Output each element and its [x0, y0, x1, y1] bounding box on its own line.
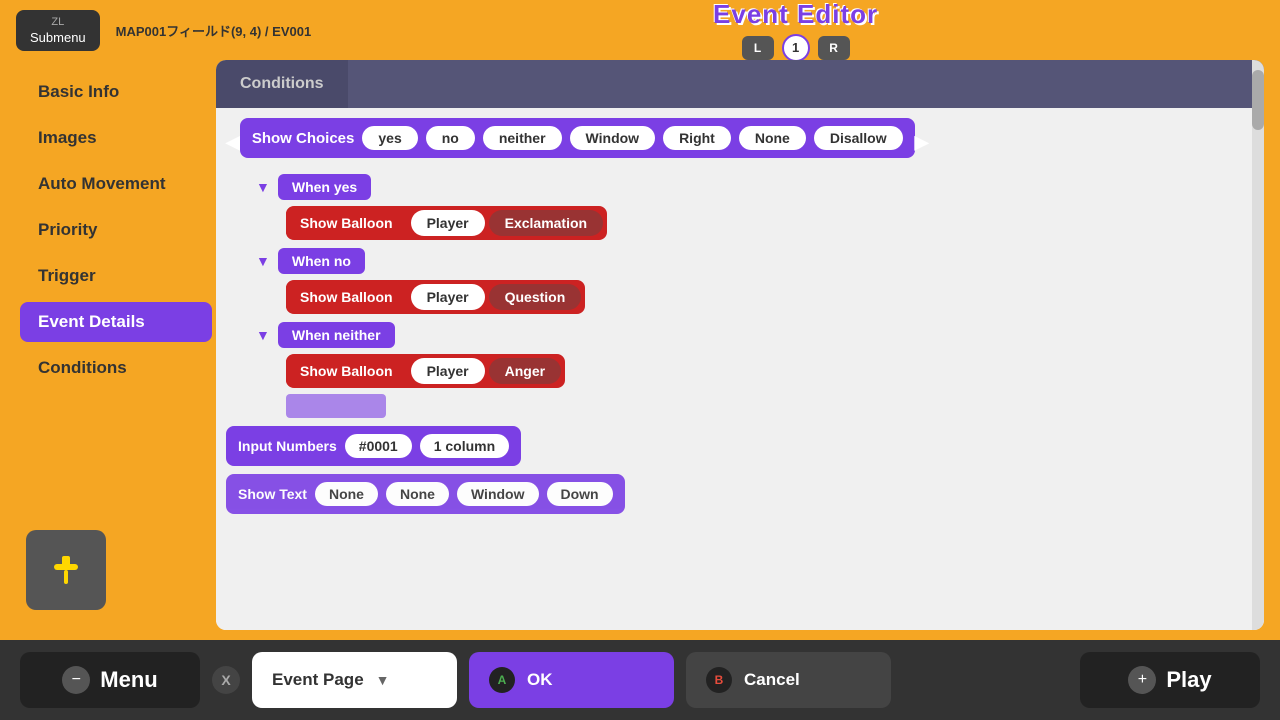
choice-no[interactable]: no	[426, 126, 475, 150]
choice-window[interactable]: Window	[570, 126, 656, 150]
event-page-button[interactable]: Event Page ▼	[252, 652, 457, 708]
show-balloon-yes-block: Show Balloon Player Exclamation	[286, 206, 607, 240]
choice-right[interactable]: Right	[663, 126, 731, 150]
show-text-block: Show Text None None Window Down	[226, 474, 625, 514]
submenu-label: Submenu	[30, 30, 86, 45]
when-neither-section: ▼ When neither Show Balloon Player Anger	[226, 322, 1254, 418]
when-neither-label: When neither	[278, 322, 395, 348]
scrollbar-track	[1252, 60, 1264, 630]
main-content: Basic Info Images Auto Movement Priority…	[0, 60, 1280, 630]
sidebar-bottom	[16, 520, 216, 620]
event-page-label: Event Page	[272, 670, 364, 690]
balloon-no-action: Show Balloon	[286, 281, 407, 313]
cancel-label: Cancel	[744, 670, 800, 690]
tab-active-area	[348, 60, 1264, 108]
nav-left-arrow[interactable]: ◀	[226, 132, 240, 153]
input-numbers-block: Input Numbers #0001 1 column	[226, 426, 521, 466]
cancel-button[interactable]: B Cancel	[686, 652, 891, 708]
when-neither-header: ▼ When neither	[226, 322, 1254, 348]
show-choices-row: ◀ Show Choices yes no neither Window Rig…	[226, 118, 1254, 166]
when-no-header: ▼ When no	[226, 248, 1254, 274]
sidebar-item-images[interactable]: Images	[20, 118, 212, 158]
play-label: Play	[1166, 667, 1211, 693]
show-text-opt1[interactable]: None	[315, 482, 378, 506]
tool-icon	[48, 552, 84, 588]
add-button[interactable]	[26, 530, 106, 610]
tab-conditions[interactable]: Conditions	[216, 60, 348, 108]
empty-neither-block	[286, 394, 386, 418]
page-title: Event Editor	[327, 0, 1264, 30]
show-choices-block: Show Choices yes no neither Window Right…	[240, 118, 915, 158]
editor-content[interactable]: ◀ Show Choices yes no neither Window Rig…	[216, 108, 1264, 630]
when-yes-label: When yes	[278, 174, 371, 200]
scrollbar-thumb[interactable]	[1252, 70, 1264, 130]
show-balloon-no-block: Show Balloon Player Question	[286, 280, 585, 314]
balloon-neither-action: Show Balloon	[286, 355, 407, 387]
tab-bar: Conditions	[216, 60, 1264, 108]
b-badge: B	[706, 667, 732, 693]
sidebar-item-priority[interactable]: Priority	[20, 210, 212, 250]
input-numbers-label: Input Numbers	[238, 438, 337, 454]
submenu-button[interactable]: ZL Submenu	[16, 10, 100, 51]
choice-disallow[interactable]: Disallow	[814, 126, 903, 150]
sidebar-item-event-details[interactable]: Event Details	[20, 302, 212, 342]
balloon-neither-type[interactable]: Anger	[489, 358, 561, 384]
page-r-button[interactable]: R	[818, 36, 850, 60]
sidebar: Basic Info Images Auto Movement Priority…	[16, 60, 216, 630]
title-area: Event Editor L 1 R	[327, 0, 1264, 62]
x-badge: X	[212, 666, 240, 694]
play-button[interactable]: + Play	[1080, 652, 1260, 708]
collapse-no-arrow[interactable]: ▼	[256, 253, 270, 269]
show-text-opt4[interactable]: Down	[547, 482, 613, 506]
when-yes-section: ▼ When yes Show Balloon Player Exclamati…	[226, 174, 1254, 240]
input-numbers-columns[interactable]: 1 column	[420, 434, 509, 458]
page-controls: L 1 R	[327, 34, 1264, 62]
a-badge: A	[489, 667, 515, 693]
input-numbers-id[interactable]: #0001	[345, 434, 412, 458]
choice-yes[interactable]: yes	[362, 126, 417, 150]
when-no-label: When no	[278, 248, 365, 274]
top-bar: ZL Submenu MAP001フィールド(9, 4) / EV001 Eve…	[0, 0, 1280, 60]
show-balloon-neither-block: Show Balloon Player Anger	[286, 354, 565, 388]
balloon-no-type[interactable]: Question	[489, 284, 582, 310]
menu-button[interactable]: − Menu	[20, 652, 200, 708]
balloon-neither-target[interactable]: Player	[411, 358, 485, 384]
balloon-yes-action: Show Balloon	[286, 207, 407, 239]
balloon-yes-type[interactable]: Exclamation	[489, 210, 603, 236]
menu-minus-icon: −	[62, 666, 90, 694]
play-plus-icon: +	[1128, 666, 1156, 694]
ok-label: OK	[527, 670, 553, 690]
sidebar-item-auto-movement[interactable]: Auto Movement	[20, 164, 212, 204]
zl-label: ZL	[51, 16, 64, 28]
sidebar-item-trigger[interactable]: Trigger	[20, 256, 212, 296]
show-choices-label: Show Choices	[252, 130, 355, 147]
sidebar-item-conditions[interactable]: Conditions	[20, 348, 212, 388]
right-panel: Conditions ◀ Show Choices yes no neither…	[216, 60, 1264, 630]
show-text-label: Show Text	[238, 486, 307, 502]
balloon-no-target[interactable]: Player	[411, 284, 485, 310]
when-yes-header: ▼ When yes	[226, 174, 1254, 200]
sidebar-item-basic-info[interactable]: Basic Info	[20, 72, 212, 112]
show-text-opt2[interactable]: None	[386, 482, 449, 506]
page-l-button[interactable]: L	[742, 36, 774, 60]
choice-neither[interactable]: neither	[483, 126, 562, 150]
breadcrumb: MAP001フィールド(9, 4) / EV001	[116, 21, 312, 40]
show-text-opt3[interactable]: Window	[457, 482, 539, 506]
nav-right-arrow[interactable]: ▶	[915, 132, 929, 153]
collapse-yes-arrow[interactable]: ▼	[256, 179, 270, 195]
when-no-section: ▼ When no Show Balloon Player Question	[226, 248, 1254, 314]
dropdown-arrow-icon: ▼	[376, 672, 390, 688]
page-number: 1	[782, 34, 810, 62]
collapse-neither-arrow[interactable]: ▼	[256, 327, 270, 343]
bottom-bar: − Menu X Event Page ▼ A OK B Cancel + Pl…	[0, 640, 1280, 720]
ok-button[interactable]: A OK	[469, 652, 674, 708]
menu-label: Menu	[100, 667, 157, 693]
balloon-yes-target[interactable]: Player	[411, 210, 485, 236]
choice-none[interactable]: None	[739, 126, 806, 150]
